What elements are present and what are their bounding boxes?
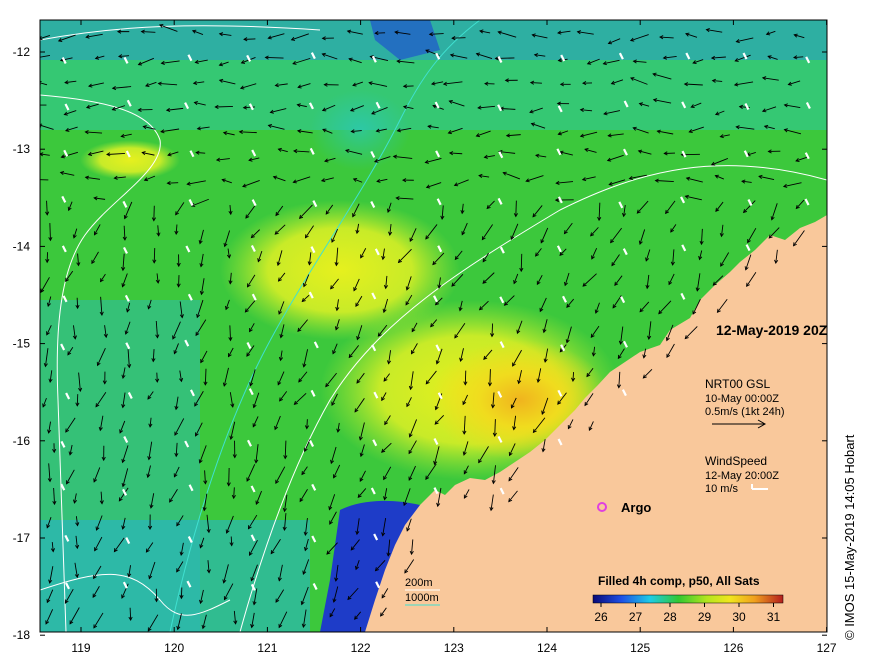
argo-label: Argo (621, 500, 651, 515)
current-arrow (49, 223, 51, 241)
lat-tick-label: -13 (13, 142, 31, 156)
current-arrow (452, 37, 466, 39)
lat-tick-label: -16 (13, 434, 31, 448)
current-arrow (129, 607, 132, 621)
current-arrowhead (36, 56, 39, 59)
current-arrow (204, 368, 207, 385)
lon-tick-label: 123 (444, 641, 464, 655)
current-arrowhead (34, 178, 37, 181)
colorbar-title: Filled 4h comp, p50, All Sats (598, 574, 760, 588)
wind-legend-time: 12-May 20:00Z (705, 470, 779, 482)
current-arrow (489, 369, 491, 386)
isobath-1000m-label: 1000m (405, 592, 439, 604)
lon-tick-label: 125 (630, 641, 650, 655)
colorbar-tick-label: 26 (594, 610, 608, 624)
current-legend-scale: 0.5m/s (1kt 24h) (705, 406, 784, 418)
lon-tick-label: 127 (817, 641, 837, 655)
lat-tick-label: -18 (13, 628, 31, 642)
colorbar-tick-label: 29 (698, 610, 712, 624)
current-legend-title: NRT00 GSL (705, 377, 770, 391)
colorbar-gradient (592, 594, 784, 604)
sst-map: 119 120 121 122 123 124 125 126 127 -12 -13 -14 -15… (13, 19, 837, 655)
lon-tick-label: 121 (257, 641, 277, 655)
colorbar-tick-label: 31 (767, 610, 781, 624)
colorbar-tick-label: 27 (629, 610, 643, 624)
current-arrow (491, 323, 494, 337)
current-arrow (520, 253, 523, 272)
lat-tick-label: -17 (13, 531, 31, 545)
current-arrow (265, 56, 284, 59)
wind-legend-title: WindSpeed (705, 454, 767, 468)
isobath-200m-label: 200m (405, 577, 433, 589)
lon-tick-label: 120 (164, 641, 184, 655)
colorbar-tick-label: 28 (663, 610, 677, 624)
wind-legend-scale: 10 m/s (705, 483, 739, 495)
lat-tick-label: -12 (13, 45, 31, 59)
lat-tick-label: -15 (13, 337, 31, 351)
current-arrow (215, 106, 233, 108)
current-arrow (153, 248, 156, 263)
current-arrowhead (32, 103, 35, 106)
copyright-text: © IMOS 15-May-2019 14:05 Hobart (842, 434, 857, 640)
lon-tick-label: 124 (537, 641, 557, 655)
lon-tick-label: 126 (723, 641, 743, 655)
lon-tick-label: 119 (71, 641, 90, 655)
colorbar-tick-label: 30 (732, 610, 746, 624)
current-legend-time: 10-May 00:00Z (705, 393, 779, 405)
lon-tick-label: 122 (351, 641, 371, 655)
timestamp-label: 12-May-2019 20Z (716, 322, 828, 338)
current-arrow (515, 200, 517, 217)
sst-field (32, 20, 827, 632)
lat-tick-label: -14 (13, 239, 31, 253)
